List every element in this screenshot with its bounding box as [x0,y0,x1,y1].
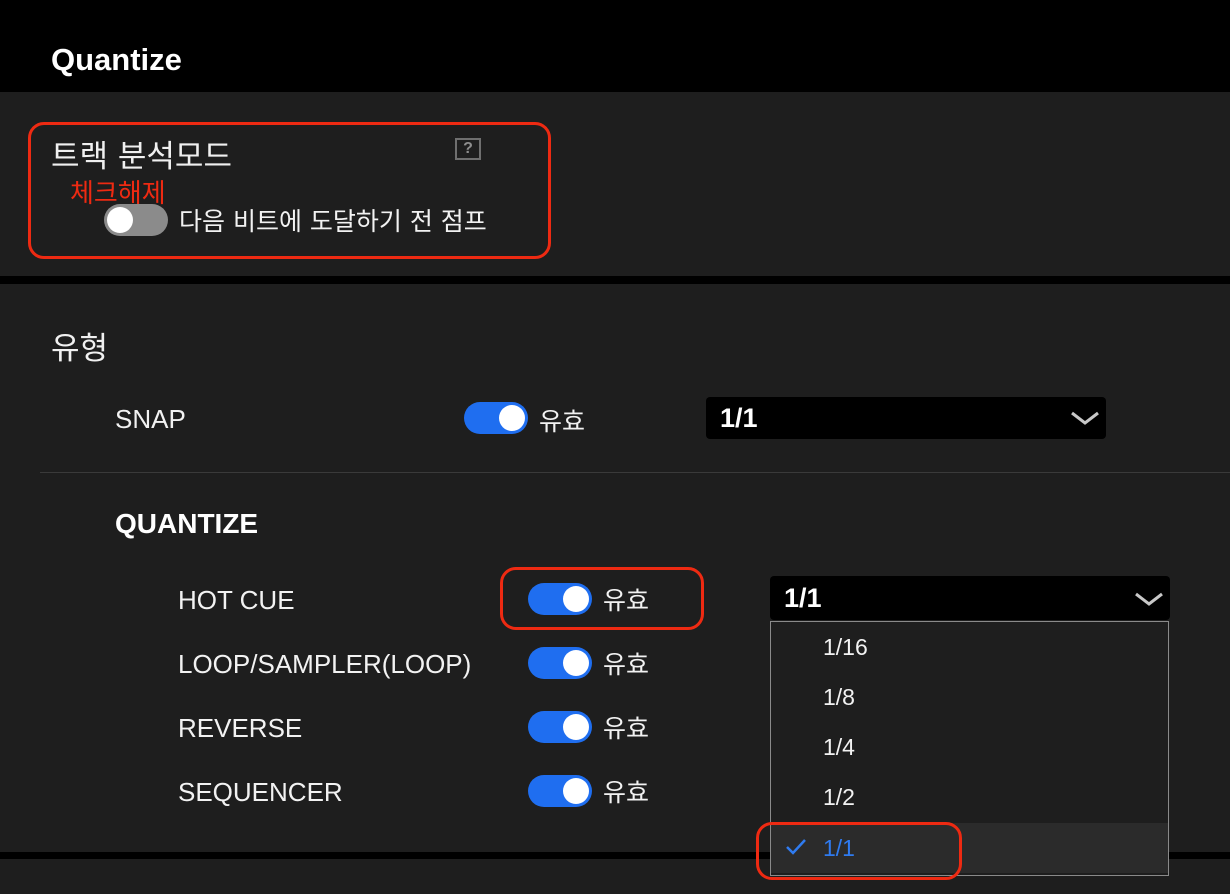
loop-sampler-label: LOOP/SAMPLER(LOOP) [178,649,472,679]
chevron-down-icon [1135,592,1163,606]
chevron-down-icon [1071,411,1099,425]
dropdown-option[interactable]: 1/16 [771,622,1168,672]
toggle-knob [499,405,525,431]
quantize-title: QUANTIZE [115,508,259,539]
dropdown-option[interactable]: 1/4 [771,722,1168,772]
jump-before-beat-toggle[interactable] [104,204,168,236]
reverse-toggle-label: 유효 [603,714,650,743]
toggle-knob [563,650,589,676]
sequencer-toggle[interactable] [528,775,592,807]
section-separator [0,276,1230,284]
snap-select[interactable]: 1/1 [706,397,1106,439]
dropdown-option[interactable]: 1/8 [771,672,1168,722]
hot-cue-label: HOT CUE [178,585,295,615]
annotation-highlight-box [756,822,962,880]
jump-before-beat-label: 다음 비트에 도달하기 전 점프 [179,207,487,236]
reverse-toggle[interactable] [528,711,592,743]
divider [40,472,1230,473]
question-mark-icon[interactable]: ? [455,138,481,160]
type-title: 유형 [51,331,109,367]
loop-sampler-toggle-label: 유효 [603,650,650,679]
snap-select-value: 1/1 [720,403,758,433]
snap-label: SNAP [115,404,186,434]
snap-toggle[interactable] [464,402,528,434]
snap-toggle-label: 유효 [539,407,586,436]
toggle-knob [563,586,589,612]
quantize-select-value: 1/1 [784,583,822,613]
reverse-label: REVERSE [178,713,303,743]
header-bar [0,0,1230,92]
track-analysis-title: 트랙 분석모드 [51,139,232,175]
loop-sampler-toggle[interactable] [528,647,592,679]
dropdown-option[interactable]: 1/2 [771,772,1168,822]
hot-cue-toggle-label: 유효 [603,586,650,615]
toggle-knob [563,778,589,804]
quantize-select[interactable]: 1/1 [770,576,1170,620]
page-title: Quantize [51,42,182,77]
sequencer-label: SEQUENCER [178,777,343,807]
hot-cue-toggle[interactable] [528,583,592,615]
toggle-knob [107,207,133,233]
toggle-knob [563,714,589,740]
sequencer-toggle-label: 유효 [603,778,650,807]
